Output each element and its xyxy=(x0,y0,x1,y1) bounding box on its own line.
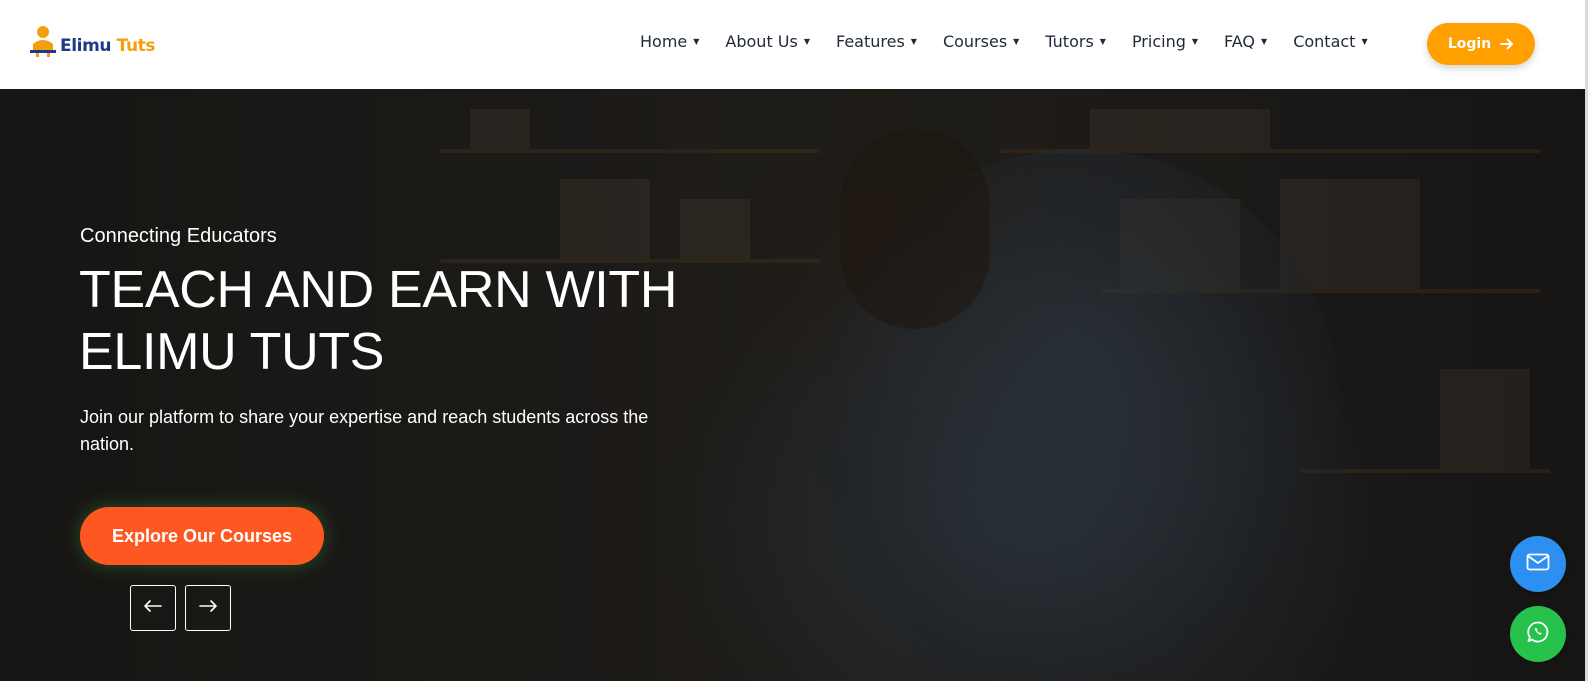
logo-icon xyxy=(28,24,58,58)
hero-subtext: Join our platform to share your expertis… xyxy=(80,407,649,454)
whatsapp-contact-button[interactable] xyxy=(1510,606,1566,662)
brand-name-part2: Tuts xyxy=(116,35,156,56)
explore-courses-button[interactable]: Explore Our Courses xyxy=(80,507,324,565)
login-label: Login xyxy=(1447,36,1492,52)
nav-item-label: Pricing xyxy=(1131,32,1186,51)
login-button[interactable]: Login xyxy=(1427,23,1535,65)
arrow-left-icon xyxy=(143,599,163,618)
caret-down-icon: ▼ xyxy=(1361,37,1368,46)
caret-down-icon: ▼ xyxy=(1013,37,1020,46)
nav-item-label: Tutors xyxy=(1045,32,1094,51)
caret-down-icon: ▼ xyxy=(1099,37,1106,46)
hero-banner: Connecting Educators TEACH AND EARN WITH… xyxy=(0,89,1588,681)
hero-headline: TEACH AND EARN WITH ELIMU TUTS xyxy=(79,261,678,381)
nav-item-label: Contact xyxy=(1293,32,1356,51)
brand-logo[interactable]: Elimu Tuts xyxy=(28,24,156,58)
caret-down-icon: ▼ xyxy=(803,37,810,46)
mail-icon xyxy=(1526,553,1550,576)
caret-down-icon: ▼ xyxy=(693,37,700,46)
nav-item-about-us[interactable]: About Us ▼ xyxy=(725,32,810,51)
nav-item-pricing[interactable]: Pricing ▼ xyxy=(1132,32,1198,51)
nav-item-tutors[interactable]: Tutors ▼ xyxy=(1045,32,1106,51)
caret-down-icon: ▼ xyxy=(1191,37,1199,46)
nav-item-contact[interactable]: Contact ▼ xyxy=(1293,32,1367,51)
brand-name-part1: Elimu xyxy=(60,35,112,56)
slider-prev-button[interactable] xyxy=(130,585,176,631)
caret-down-icon: ▼ xyxy=(1261,37,1268,46)
nav-item-faq[interactable]: FAQ ▼ xyxy=(1224,32,1267,51)
email-contact-button[interactable] xyxy=(1510,536,1566,592)
nav-item-features[interactable]: Features ▼ xyxy=(836,32,917,51)
nav-item-label: About Us xyxy=(725,32,798,51)
nav-item-label: Features xyxy=(836,32,905,51)
brand-name: Elimu Tuts xyxy=(60,35,156,56)
site-header: Elimu Tuts Home ▼ About Us ▼ Features ▼ Cou… xyxy=(0,0,1588,89)
hero-overlay xyxy=(0,89,1588,681)
nav-item-label: FAQ xyxy=(1224,32,1256,51)
nav-item-home[interactable]: Home ▼ xyxy=(640,32,699,51)
whatsapp-icon xyxy=(1526,620,1550,649)
arrow-right-icon xyxy=(198,599,218,618)
hero-eyebrow: Connecting Educators xyxy=(80,225,277,247)
arrow-right-icon xyxy=(1500,37,1514,51)
nav-item-courses[interactable]: Courses ▼ xyxy=(943,32,1019,51)
nav-item-label: Home xyxy=(640,32,688,51)
caret-down-icon: ▼ xyxy=(910,37,917,46)
nav-item-label: Courses xyxy=(942,32,1008,51)
main-nav: Home ▼ About Us ▼ Features ▼ Courses ▼ Tutor… xyxy=(640,32,1368,51)
slider-next-button[interactable] xyxy=(185,585,231,631)
